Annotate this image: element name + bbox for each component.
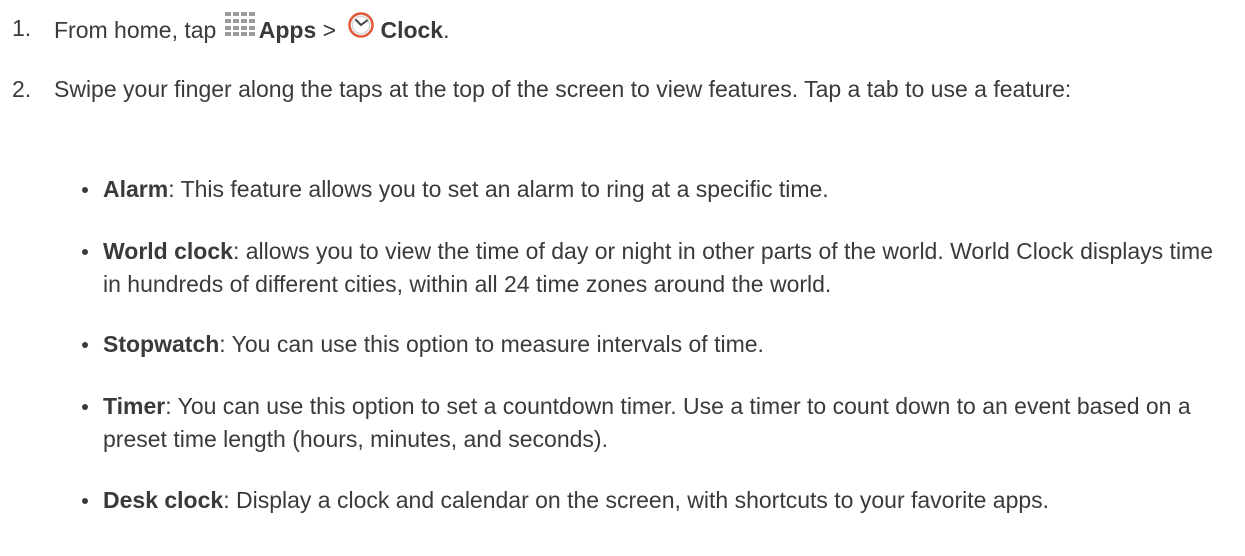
feature-description: : You can use this option to set a count… <box>103 393 1191 452</box>
bullet-icon <box>82 187 88 193</box>
bullet-icon <box>82 498 88 504</box>
feature-name: Timer <box>103 393 166 419</box>
feature-name: Desk clock <box>103 487 224 513</box>
list-item-stopwatch: Stopwatch: You can use this option to me… <box>82 328 1222 361</box>
step-separator: > <box>316 17 343 43</box>
apps-grid-icon <box>224 12 255 36</box>
clock-label: Clock <box>380 17 444 43</box>
bullet-icon <box>82 342 88 348</box>
list-item-alarm: Alarm: This feature allows you to set an… <box>82 173 1222 206</box>
list-item-world-clock: World clock: allows you to view the time… <box>82 235 1222 301</box>
feature-description: : You can use this option to measure int… <box>219 331 764 357</box>
bullet-icon <box>82 249 88 255</box>
step-prefix: From home, tap <box>54 17 223 43</box>
feature-name: Alarm <box>103 176 169 202</box>
step-number: 2. <box>12 76 32 102</box>
step-suffix: . <box>443 17 450 43</box>
feature-description: : allows you to view the time of day or … <box>103 238 1213 297</box>
feature-description: : Display a clock and calendar on the sc… <box>223 487 1050 513</box>
feature-description: : This feature allows you to set an alar… <box>168 176 829 202</box>
step-text: Swipe your finger along the taps at the … <box>54 76 1072 102</box>
list-item-desk-clock: Desk clock: Display a clock and calendar… <box>82 484 1222 517</box>
feature-name: Stopwatch <box>103 331 220 357</box>
bullet-icon <box>82 404 88 410</box>
step-number: 1. <box>12 15 32 41</box>
step-text: From home, tap Apps > Clock. <box>54 12 1224 47</box>
list-item-timer: Timer: You can use this option to set a … <box>82 390 1222 456</box>
clock-icon <box>348 12 375 38</box>
feature-name: World clock <box>103 238 233 264</box>
apps-label: Apps <box>258 17 317 43</box>
